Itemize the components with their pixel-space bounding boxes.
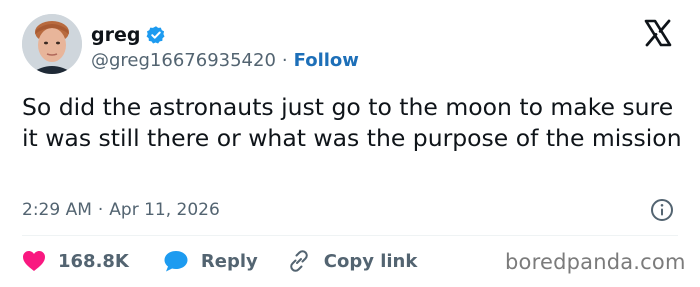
tweet-text: So did the astronauts just go to the moo… [22,93,682,152]
tweet-date: Apr 11, 2026 [109,200,220,220]
tweet-time: 2:29 AM [22,200,92,220]
x-logo-icon[interactable] [643,18,673,48]
handle-separator: · [281,49,288,71]
divider [22,235,678,236]
follow-button[interactable]: Follow [294,50,359,71]
like-count: 168.8K [58,250,129,272]
copy-link-label: Copy link [323,250,418,272]
watermark: boredpanda.com [505,250,686,274]
verified-badge-icon [146,25,166,45]
info-icon[interactable] [650,198,674,222]
like-button[interactable]: 168.8K [22,250,129,272]
author-handle[interactable]: @greg16676935420 [91,50,276,71]
reply-bubble-icon [163,249,189,273]
timestamp-separator: · [97,200,104,220]
tweet-actions: 168.8K Reply Copy link [22,246,417,276]
author-name-row: greg [91,22,166,48]
author-display-name[interactable]: greg [91,24,140,46]
avatar[interactable] [22,14,82,74]
link-icon [286,248,312,274]
tweet-timestamp[interactable]: 2:29 AM · Apr 11, 2026 [22,198,220,222]
heart-icon [22,250,46,272]
copy-link-button[interactable]: Copy link [286,248,418,274]
tweet-card: greg @greg16676935420 · Follow So did th… [0,0,700,287]
author-handle-row: @greg16676935420 · Follow [91,48,359,72]
reply-button[interactable]: Reply [163,249,258,273]
reply-label: Reply [200,250,258,272]
